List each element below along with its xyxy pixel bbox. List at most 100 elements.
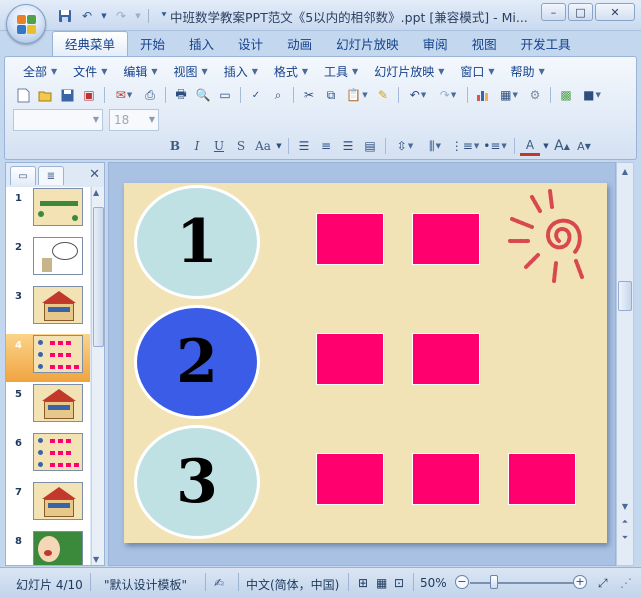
menu-view[interactable]: 视图 ▼ [166, 63, 216, 80]
main-scrollbar[interactable]: ▲ ▼ ⏶ ⏷ [616, 162, 634, 566]
chart-icon[interactable] [473, 85, 493, 105]
slide-thumbnail-1[interactable]: 1 [6, 187, 90, 235]
scroll-thumb[interactable] [618, 281, 632, 311]
case-dropdown-icon[interactable]: ▼ [275, 136, 283, 156]
font-name-combo[interactable]: ▼ [13, 109, 103, 131]
tab-slideshow[interactable]: 幻灯片放映 [324, 33, 411, 56]
tab-review[interactable]: 审阅 [411, 33, 460, 56]
slide-thumbnail-4[interactable]: 4 [6, 334, 90, 382]
tab-classic-menu[interactable]: 经典菜单 [52, 31, 129, 56]
slide-thumbnail-7[interactable]: 7 [6, 481, 90, 529]
font-size-combo[interactable]: 18 ▼ [109, 109, 159, 131]
resize-grip-icon[interactable]: ⋰ [620, 576, 632, 590]
zoom-level[interactable]: 50% [420, 576, 447, 590]
change-case-button[interactable]: Aa [253, 136, 273, 156]
slide-layout-icon[interactable]: ▭ [215, 85, 235, 105]
fit-to-window-icon[interactable]: ⤢ [598, 576, 608, 591]
italic-button[interactable]: I [187, 136, 207, 156]
new-icon[interactable] [13, 85, 33, 105]
justify-icon[interactable]: ▤ [360, 136, 380, 156]
menu-slideshow[interactable]: 幻灯片放映 ▼ [366, 63, 452, 80]
tab-animations[interactable]: 动画 [275, 33, 324, 56]
email-icon[interactable]: ✉ ▼ [110, 85, 138, 105]
slide-thumbnail-2[interactable]: 2 [6, 236, 90, 284]
normal-view-icon[interactable]: ⊞ [358, 576, 368, 590]
undo-icon[interactable]: ↶ [78, 7, 96, 25]
zoom-out-button[interactable]: − [455, 575, 469, 589]
zoom-in-button[interactable]: + [573, 575, 587, 589]
slideshow-icon[interactable]: ⊡ [394, 576, 404, 590]
close-icon[interactable]: ✕ [89, 167, 100, 182]
menu-all[interactable]: 全部 ▼ [15, 63, 65, 80]
preview-icon[interactable]: 🔍 [193, 85, 213, 105]
previous-slide-icon[interactable]: ⏶ [618, 515, 632, 529]
paste-icon[interactable]: 📋 ▼ [343, 85, 371, 105]
minimize-button[interactable]: – [541, 3, 566, 21]
format-painter-icon[interactable]: ✎ [373, 85, 393, 105]
current-slide[interactable]: 1 2 3 [124, 183, 607, 543]
slide-thumbnail-3[interactable]: 3 [6, 285, 90, 333]
columns-icon[interactable]: ⫼ ▼ [421, 136, 449, 156]
tab-home[interactable]: 开始 [128, 33, 177, 56]
save-icon[interactable] [56, 7, 74, 25]
bold-button[interactable]: B [165, 136, 185, 156]
font-color-button[interactable]: A [520, 136, 540, 156]
tab-slides[interactable]: ▭ [10, 166, 36, 185]
undo-icon[interactable]: ↶ ▼ [404, 85, 432, 105]
print-preview-icon[interactable]: ⎙ [140, 85, 160, 105]
underline-button[interactable]: U [209, 136, 229, 156]
menu-format[interactable]: 格式 ▼ [266, 63, 316, 80]
language-status[interactable]: 中文(简体，中国) [246, 576, 339, 593]
align-right-icon[interactable]: ☰ [338, 136, 358, 156]
slide-sorter-icon[interactable]: ▦ [376, 576, 387, 590]
shrink-font-button[interactable]: A ▼ [574, 136, 594, 156]
menu-edit[interactable]: 编辑 ▼ [115, 63, 165, 80]
research-icon[interactable]: ⌕ [268, 85, 288, 105]
zoom-slider-track[interactable] [470, 582, 576, 584]
text-direction-icon[interactable]: ⇳ ▼ [391, 136, 419, 156]
menu-help[interactable]: 帮助 ▼ [503, 63, 553, 80]
scroll-thumb[interactable] [93, 207, 104, 347]
redo-icon[interactable]: ↷ ▼ [434, 85, 462, 105]
cut-icon[interactable]: ✂ [299, 85, 319, 105]
align-left-icon[interactable]: ☰ [294, 136, 314, 156]
color-grayscale-icon[interactable]: ■ ▼ [578, 85, 606, 105]
picture-icon[interactable]: ▩ [556, 85, 576, 105]
tab-outline[interactable]: ≣ [38, 166, 64, 185]
close-button[interactable]: ✕ [595, 3, 635, 21]
tab-insert[interactable]: 插入 [177, 33, 226, 56]
scroll-up-icon[interactable]: ▲ [618, 164, 632, 178]
menu-window[interactable]: 窗口 ▼ [452, 63, 502, 80]
font-color-dropdown-icon[interactable]: ▼ [542, 136, 550, 156]
menu-file[interactable]: 文件 ▼ [65, 63, 115, 80]
tab-view[interactable]: 视图 [460, 33, 509, 56]
panel-scrollbar[interactable]: ▲ ▼ [91, 187, 104, 565]
tab-design[interactable]: 设计 [226, 33, 275, 56]
menu-insert[interactable]: 插入 ▼ [216, 63, 266, 80]
table-icon[interactable]: ▦ ▼ [495, 85, 523, 105]
tab-developer[interactable]: 开发工具 [509, 33, 583, 56]
numbering-icon[interactable]: ⋮≡ ▼ [451, 136, 479, 156]
open-icon[interactable] [35, 85, 55, 105]
scroll-down-icon[interactable]: ▼ [618, 499, 632, 513]
slide-thumbnail-5[interactable]: 5 [6, 383, 90, 431]
scroll-up-icon[interactable]: ▲ [93, 188, 99, 197]
zoom-slider-knob[interactable] [490, 575, 498, 589]
permission-icon[interactable]: ▣ [79, 85, 99, 105]
scroll-down-icon[interactable]: ▼ [93, 555, 99, 564]
office-button[interactable] [6, 4, 46, 44]
slide-thumbnail-6[interactable]: 6 [6, 432, 90, 480]
align-center-icon[interactable]: ≡ [316, 136, 336, 156]
grow-font-button[interactable]: A ▲ [552, 136, 572, 156]
spelling-status-icon[interactable]: ✍ [214, 576, 224, 590]
spelling-icon[interactable]: ✓ [246, 85, 266, 105]
shadow-button[interactable]: S [231, 136, 251, 156]
redo-dropdown-icon[interactable]: ▼ [134, 7, 142, 25]
print-icon[interactable]: 🖶 [171, 85, 191, 105]
bullets-icon[interactable]: •≡ ▼ [481, 136, 509, 156]
maximize-button[interactable]: □ [568, 3, 593, 21]
redo-icon[interactable]: ↷ [112, 7, 130, 25]
undo-dropdown-icon[interactable]: ▼ [100, 7, 108, 25]
copy-icon[interactable]: ⧉ [321, 85, 341, 105]
save-icon[interactable] [57, 85, 77, 105]
